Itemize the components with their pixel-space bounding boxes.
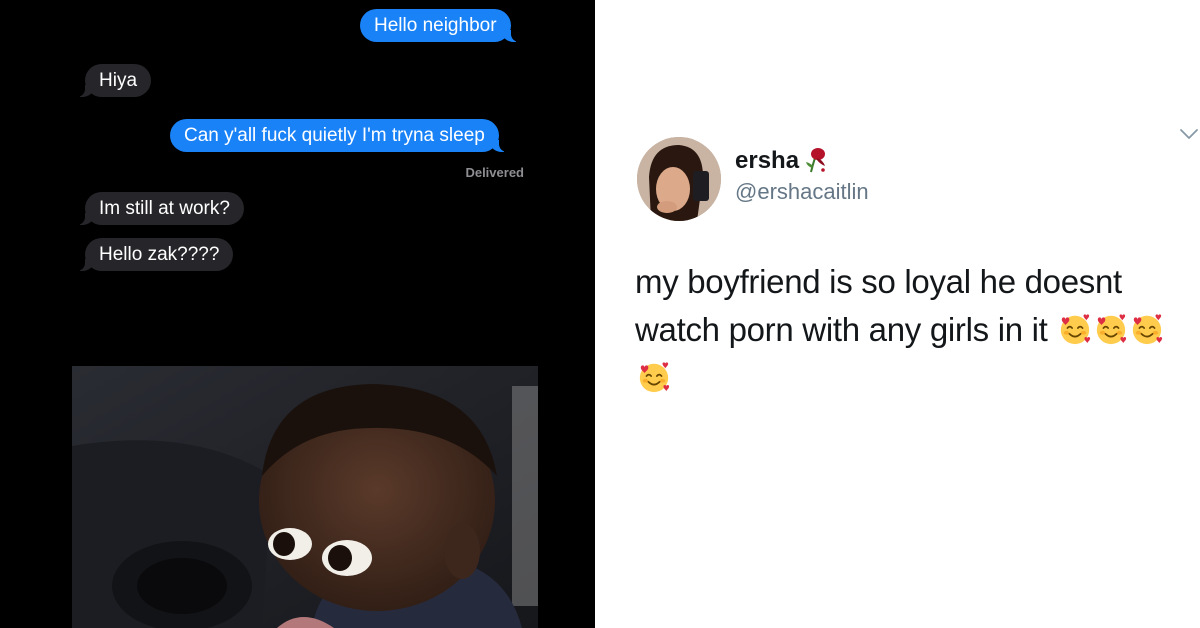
smiling-face-with-hearts-icon: [1133, 314, 1163, 345]
avatar[interactable]: [637, 137, 721, 221]
received-message-bubble[interactable]: Hello zak????: [73, 238, 234, 271]
message-thread: Hello neighbor Hiya Can y'all fuck quiet…: [0, 0, 595, 628]
message-text: Hiya: [99, 70, 138, 91]
message-text: Im still at work?: [99, 198, 230, 219]
message-text: Can y'all fuck quietly I'm tryna sleep: [184, 125, 485, 146]
smiling-face-with-hearts-icon: [1061, 314, 1091, 345]
smiling-face-with-hearts-icon: [639, 362, 670, 393]
user-handle[interactable]: @ershacaitlin: [735, 179, 869, 205]
received-message-bubble[interactable]: Hiya: [73, 64, 152, 97]
sent-message-bubble[interactable]: Can y'all fuck quietly I'm tryna sleep: [170, 119, 510, 152]
message-text: Hello neighbor: [374, 15, 497, 36]
wilted-rose-icon: [806, 148, 825, 173]
received-message-bubble[interactable]: Im still at work?: [74, 192, 244, 225]
shocked-child-photo: [72, 366, 538, 628]
delivered-status: Delivered: [465, 165, 524, 180]
tweet-body: my boyfriend is so loyal he doesnt watch…: [635, 258, 1183, 402]
tweet-text: my boyfriend is so loyal he doesnt watch…: [635, 263, 1122, 348]
sent-message-bubble[interactable]: Hello neighbor: [360, 9, 522, 42]
smiling-face-with-hearts-icon: [1097, 314, 1127, 345]
display-name[interactable]: ersha: [735, 147, 799, 175]
chevron-down-icon[interactable]: [1179, 124, 1199, 144]
message-text: Hello zak????: [99, 244, 220, 265]
tweet-card: ersha @ershacaitlin my boyfriend is so l…: [595, 0, 1200, 628]
